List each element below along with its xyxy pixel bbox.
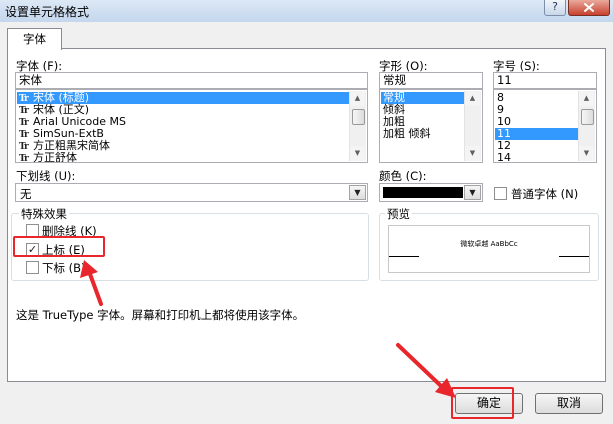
preview-box: 微软卓越 AaBbCc (388, 225, 590, 273)
underline-value: 无 (20, 187, 32, 201)
style-list-item[interactable]: 加粗 倾斜 (381, 128, 465, 140)
size-scrollbar[interactable]: ▲ ▼ (578, 91, 595, 161)
style-input[interactable]: 常规 (379, 72, 483, 89)
scroll-down-icon[interactable]: ▼ (579, 146, 594, 161)
baseline-left (389, 256, 419, 257)
effects-group-label: 特殊效果 (19, 206, 69, 222)
size-list-item[interactable]: 14 (495, 152, 579, 163)
baseline-right (559, 256, 589, 257)
truetype-icon: Tr (19, 154, 29, 163)
normal-font-label: 普通字体 (N) (511, 187, 579, 201)
color-swatch (383, 187, 463, 198)
color-select[interactable]: ▼ (379, 183, 483, 202)
window-title: 设置单元格格式 (5, 5, 90, 19)
font-listbox[interactable]: Tr 宋体 (标题) Tr 宋体 (正文) Tr Arial Unicode MS T… (15, 89, 368, 163)
subscript-label: 下标 (B) (42, 261, 86, 275)
help-button[interactable]: ? (544, 0, 566, 16)
font-scrollbar[interactable]: ▲ ▼ (349, 91, 366, 161)
close-button[interactable] (568, 0, 610, 16)
preview-sample: 微软卓越 AaBbCc (460, 240, 518, 248)
title-bar (0, 0, 613, 22)
tab-font[interactable]: 字体 (7, 28, 62, 50)
scroll-down-icon[interactable]: ▼ (465, 146, 480, 161)
scroll-up-icon[interactable]: ▲ (579, 91, 594, 106)
scroll-down-icon[interactable]: ▼ (350, 146, 365, 161)
underline-select[interactable]: 无 ▼ (15, 183, 368, 202)
normal-font-checkbox[interactable] (494, 187, 507, 200)
cancel-button[interactable]: 取消 (535, 393, 603, 414)
highlight-box-ok (451, 387, 514, 419)
preview-group-label: 预览 (385, 206, 412, 222)
size-list-item[interactable]: 8 (495, 92, 579, 104)
chevron-down-icon[interactable]: ▼ (464, 185, 481, 200)
scroll-thumb[interactable] (581, 109, 594, 125)
highlight-box-superscript (13, 236, 105, 257)
style-listbox[interactable]: 常规 倾斜 加粗 加粗 倾斜 ▲ ▼ (379, 89, 483, 163)
underline-label: 下划线 (U): (16, 169, 76, 183)
size-listbox[interactable]: 8 9 10 11 12 14 ▲ ▼ (493, 89, 597, 163)
style-scrollbar[interactable]: ▲ ▼ (464, 91, 481, 161)
subscript-checkbox[interactable] (26, 261, 39, 274)
color-label: 颜色 (C): (379, 169, 427, 183)
scroll-up-icon[interactable]: ▲ (350, 91, 365, 106)
chevron-down-icon[interactable]: ▼ (349, 185, 366, 200)
font-list-item[interactable]: Tr 方正舒体 (17, 152, 350, 163)
font-input[interactable]: 宋体 (15, 72, 368, 89)
size-input[interactable]: 11 (493, 72, 597, 89)
close-icon (584, 3, 594, 12)
info-text: 这是 TrueType 字体。屏幕和打印机上都将使用该字体。 (16, 308, 305, 322)
scroll-thumb[interactable] (352, 109, 365, 125)
scroll-up-icon[interactable]: ▲ (465, 91, 480, 106)
